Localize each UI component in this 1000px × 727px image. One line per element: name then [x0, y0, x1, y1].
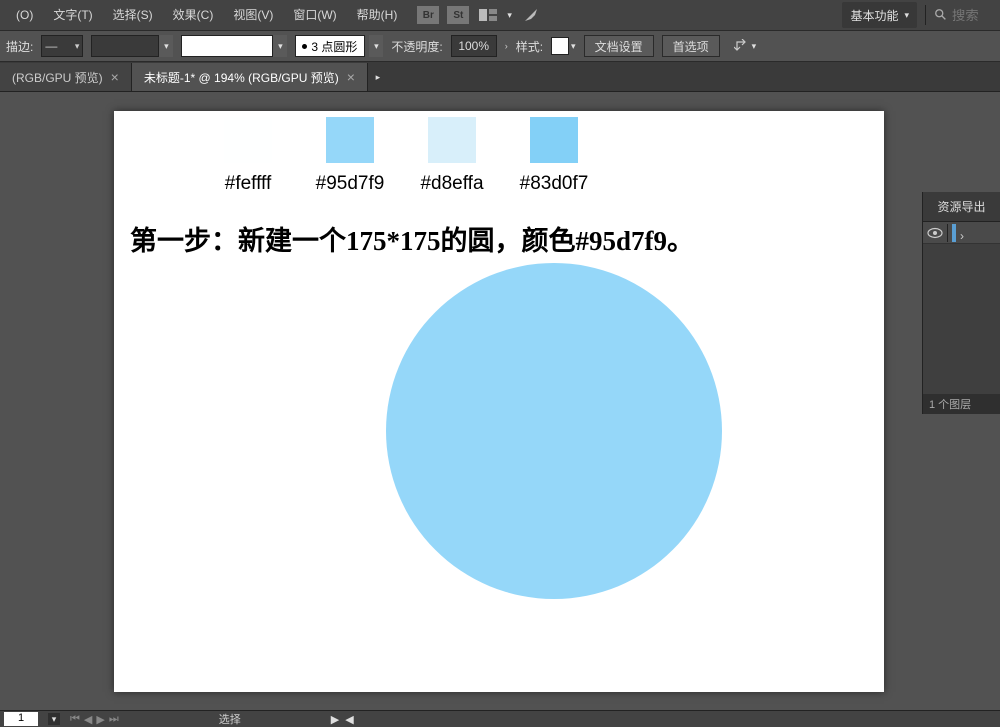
chevron-down-icon: ▾: [374, 41, 379, 52]
panel-body: [923, 244, 1000, 394]
control-bar: 描边: —▾ ▾ ▾ 3 点圆形 ▾ 不透明度: 100% › 样式: ▾ 文档…: [0, 30, 1000, 62]
opacity-value[interactable]: 100%: [451, 35, 497, 57]
menubar-right: 基本功能 ▾: [842, 2, 994, 28]
stroke-type-dropdown[interactable]: ▾: [91, 35, 173, 57]
preferences-button[interactable]: 首选项: [662, 35, 720, 57]
swatch-item: #95d7f9: [316, 117, 384, 195]
nav-icon[interactable]: ◀: [345, 713, 353, 726]
document-tab[interactable]: 未标题-1* @ 194% (RGB/GPU 预览) ×: [132, 63, 368, 91]
bridge-icon[interactable]: Br: [417, 6, 439, 24]
menu-object[interactable]: (O): [6, 0, 43, 30]
stroke-label: 描边:: [6, 38, 33, 55]
current-tool-label: 选择: [219, 711, 241, 727]
swatch-row: #feffff #95d7f9 #d8effa #83d0f7: [214, 117, 588, 195]
status-nav2: ▶ ◀: [331, 713, 354, 726]
chevron-down-icon: ▾: [278, 41, 283, 52]
menu-window[interactable]: 窗口(W): [283, 0, 346, 30]
profile-preview: 3 点圆形: [295, 35, 365, 57]
panel-tab-asset-export[interactable]: 资源导出: [923, 192, 1000, 222]
document-tabbar: (RGB/GPU 预览) × 未标题-1* @ 194% (RGB/GPU 预览…: [0, 62, 1000, 92]
style-dropdown[interactable]: ▾: [551, 37, 576, 55]
swatch-hex: #feffff: [225, 173, 272, 195]
workspace-area: #feffff #95d7f9 #d8effa #83d0f7 第一步：新建一个…: [0, 92, 1000, 710]
application-menubar: (O) 文字(T) 选择(S) 效果(C) 视图(V) 窗口(W) 帮助(H) …: [0, 0, 1000, 30]
close-icon[interactable]: ×: [111, 69, 119, 85]
search-input[interactable]: [952, 8, 994, 23]
swatch-color: [224, 117, 272, 163]
visibility-eye-icon[interactable]: [927, 226, 943, 240]
gpu-rocket-icon[interactable]: [520, 6, 542, 24]
chevron-down-icon: ▾: [904, 10, 909, 21]
opacity-label: 不透明度:: [391, 38, 442, 55]
opacity-flyout-icon[interactable]: ›: [505, 41, 508, 51]
chevron-down-icon[interactable]: ▾: [507, 10, 512, 21]
style-swatch: [551, 37, 569, 55]
divider: [947, 224, 948, 242]
swatch-color: [326, 117, 374, 163]
transform-icon[interactable]: [732, 37, 750, 55]
menu-effect[interactable]: 效果(C): [163, 0, 224, 30]
stroke-width-value: —: [45, 39, 57, 53]
menu-view[interactable]: 视图(V): [223, 0, 283, 30]
chevron-down-icon: ▾: [52, 714, 57, 725]
panel-footer: 1 个图层: [923, 394, 1000, 414]
profile-label: 3 点圆形: [311, 38, 357, 55]
chevron-right-icon[interactable]: ›: [960, 229, 968, 237]
search-area[interactable]: [934, 8, 994, 23]
stock-icon[interactable]: St: [447, 6, 469, 24]
layer-row[interactable]: ›: [923, 222, 1000, 244]
tab-overflow-icon[interactable]: ▸: [368, 63, 388, 91]
swatch-hex: #83d0f7: [520, 173, 589, 195]
workspace-switcher[interactable]: 基本功能 ▾: [842, 2, 917, 28]
nav-icon[interactable]: ▶: [331, 713, 339, 726]
arrange-docs-icon[interactable]: [477, 6, 499, 24]
swatch-color: [428, 117, 476, 163]
swatch-item: #83d0f7: [520, 117, 588, 195]
chevron-down-icon: ▾: [571, 41, 576, 52]
workspace-label: 基本功能: [850, 7, 898, 24]
status-bar: 1 ▾ ⏮ ◀ ▶ ⏭ 选择 ▶ ◀: [0, 710, 1000, 727]
swatch-item: #feffff: [214, 117, 282, 195]
artboard[interactable]: #feffff #95d7f9 #d8effa #83d0f7 第一步：新建一个…: [114, 111, 884, 692]
divider: [925, 5, 926, 25]
tab-label: 未标题-1* @ 194% (RGB/GPU 预览): [144, 69, 339, 86]
style-label: 样式:: [516, 38, 543, 55]
swatch-hex: #d8effa: [420, 173, 483, 195]
artboard-nav: ⏮ ◀ ▶ ⏭: [70, 713, 119, 726]
menu-select[interactable]: 选择(S): [103, 0, 163, 30]
stroke-profile-dropdown[interactable]: 3 点圆形 ▾: [295, 35, 383, 57]
search-icon: [934, 8, 948, 22]
document-setup-button[interactable]: 文档设置: [584, 35, 654, 57]
chevron-down-icon[interactable]: ▾: [752, 41, 757, 52]
swatch-hex: #95d7f9: [316, 173, 385, 195]
close-icon[interactable]: ×: [347, 69, 355, 85]
nav-next-icon[interactable]: ▶: [96, 713, 104, 726]
menu-type[interactable]: 文字(T): [43, 0, 102, 30]
layer-color-indicator: [952, 224, 956, 242]
circle-shape[interactable]: [386, 263, 722, 599]
stroke-width-dropdown[interactable]: —▾: [41, 35, 83, 57]
swatch-color: [530, 117, 578, 163]
artboard-page-input[interactable]: 1: [4, 712, 38, 726]
nav-prev-icon[interactable]: ◀: [84, 713, 92, 726]
instruction-text: 第一步：新建一个175*175的圆，颜色#95d7f9。: [130, 219, 694, 258]
right-panel: 资源导出 › 1 个图层: [922, 192, 1000, 414]
nav-last-icon[interactable]: ⏭: [109, 713, 119, 726]
tab-label: (RGB/GPU 预览): [12, 69, 103, 86]
transform-group: ▾: [732, 37, 757, 55]
swatch-item: #d8effa: [418, 117, 486, 195]
chevron-down-icon: ▾: [75, 41, 80, 52]
brush-definition-dropdown[interactable]: ▾: [181, 35, 287, 57]
chevron-down-icon: ▾: [164, 41, 169, 52]
nav-first-icon[interactable]: ⏮: [70, 713, 80, 726]
document-tab[interactable]: (RGB/GPU 预览) ×: [0, 63, 132, 91]
menu-icon-group: Br St ▾: [417, 6, 542, 24]
page-dropdown[interactable]: ▾: [48, 713, 60, 725]
menu-help[interactable]: 帮助(H): [347, 0, 408, 30]
